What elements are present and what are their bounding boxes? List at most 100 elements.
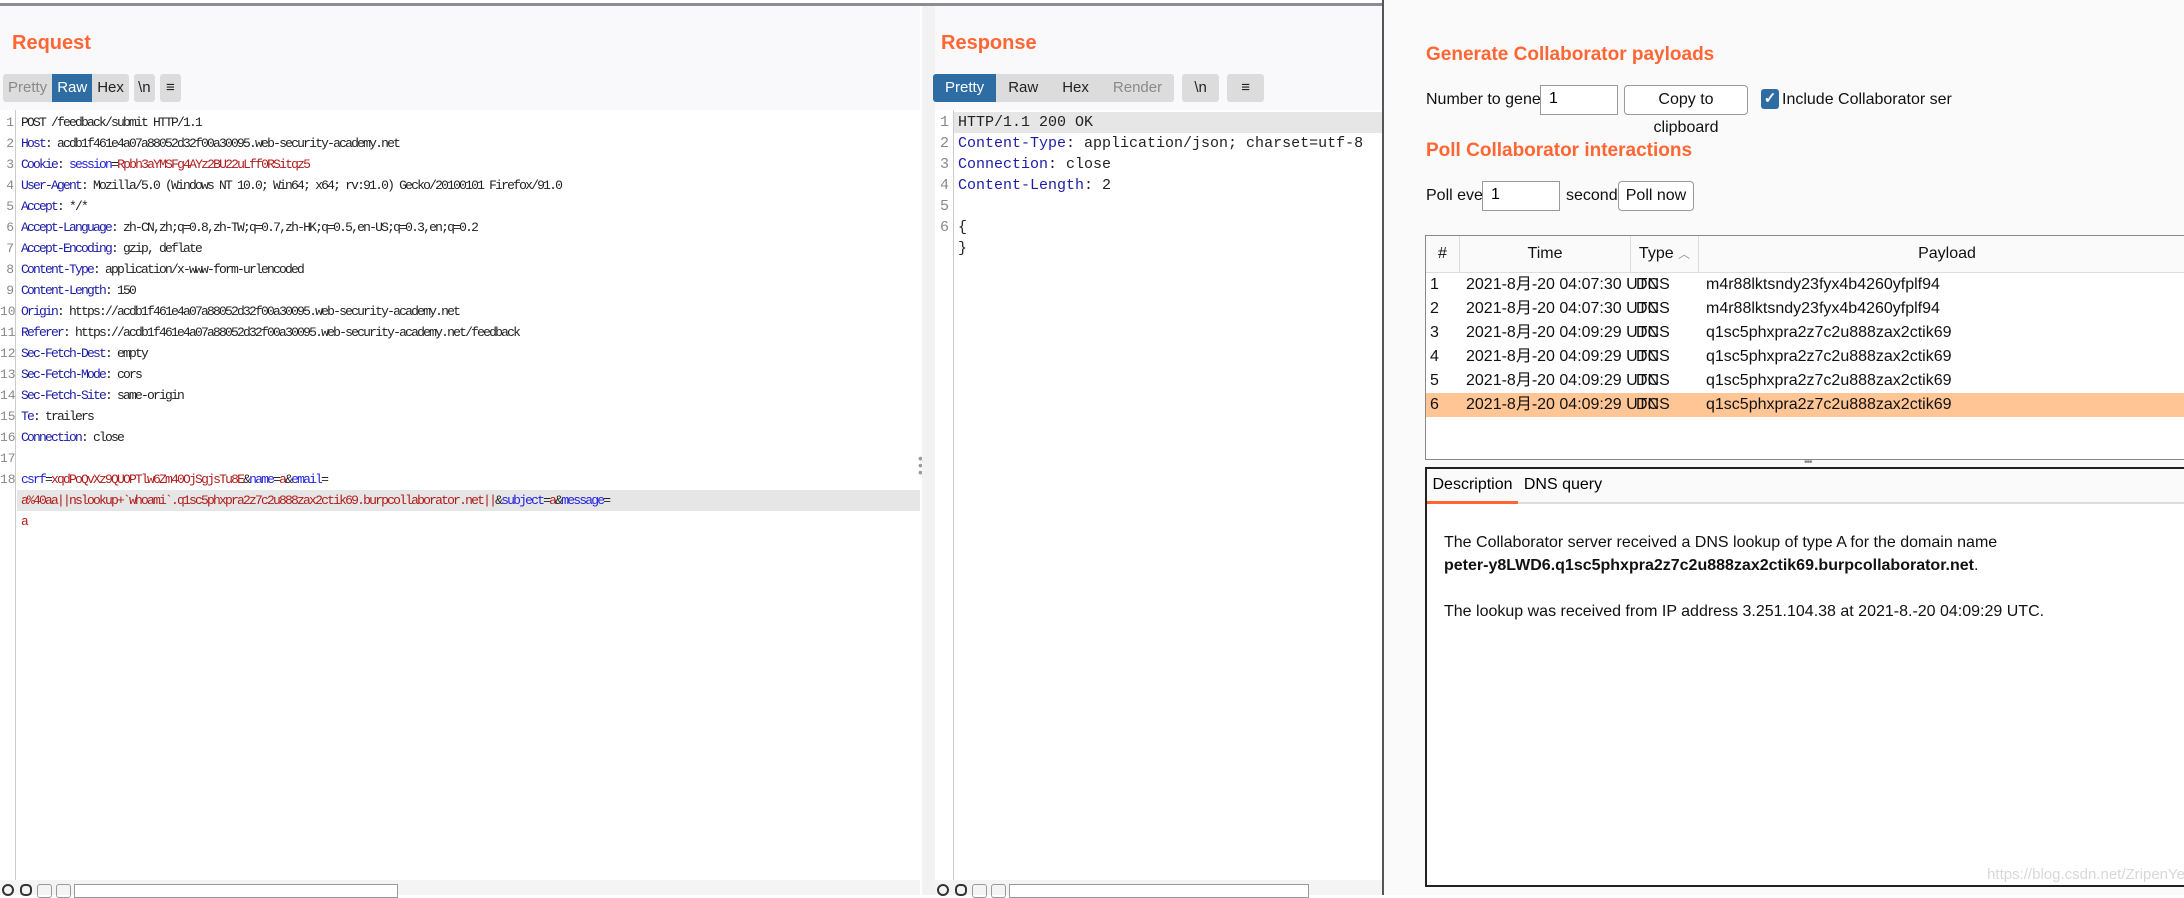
- code-token: Cookie: [21, 157, 59, 172]
- code-token: : close: [1048, 156, 1112, 173]
- poll-now-button[interactable]: Poll now: [1618, 181, 1694, 211]
- response-tab-raw[interactable]: Raw: [996, 74, 1050, 102]
- request-tab-hex[interactable]: Hex: [92, 74, 129, 102]
- response-newline-button[interactable]: \n: [1182, 74, 1220, 102]
- description-line-1: The Collaborator server received a DNS l…: [1444, 534, 1998, 551]
- code-token: : */*: [57, 199, 89, 214]
- help-icon[interactable]: [937, 884, 949, 896]
- code-line: 7 Accept-Encoding: gzip, deflate: [0, 238, 920, 259]
- code-token: :: [57, 157, 70, 172]
- column-header-payload[interactable]: Payload: [1699, 236, 2184, 272]
- previous-button[interactable]: [972, 884, 987, 898]
- poll-interval-input[interactable]: 1: [1482, 181, 1560, 211]
- request-title: Request: [12, 32, 91, 54]
- table-row[interactable]: 1 2021-8月-20 04:07:30 UTC DNS m4r88lktsndy2…: [1426, 273, 2184, 297]
- table-row[interactable]: 3 2021-8月-20 04:09:29 UTC DNS q1sc5phxpra2z…: [1426, 321, 2184, 345]
- code-token: =: [603, 493, 611, 508]
- column-header-type[interactable]: Type ︿: [1631, 236, 1699, 272]
- response-editor[interactable]: 1 HTTP/1.1 200 OK 2 Content-Type: applicati…: [935, 112, 1382, 259]
- generate-heading: Generate Collaborator payloads: [1426, 44, 1715, 65]
- table-row[interactable]: 6 2021-8月-20 04:09:29 UTC DNS q1sc5phxpra2z…: [1426, 393, 2184, 417]
- hamburger-icon: ≡: [1241, 79, 1250, 96]
- lookup-domain: peter-y8LWD6.q1sc5phxpra2z7c2u888zax2cti…: [1444, 557, 1974, 574]
- cell-type: DNS: [1636, 348, 1670, 365]
- response-menu-button[interactable]: ≡: [1227, 74, 1265, 102]
- request-search-input[interactable]: [74, 884, 398, 898]
- include-collaborator-checkbox[interactable]: ✓: [1761, 89, 1779, 109]
- code-token: HTTP/1.1 200 OK: [958, 114, 1094, 131]
- gear-icon[interactable]: [955, 884, 967, 896]
- domain-suffix: .: [1974, 557, 1979, 574]
- cell-time: 2021-8月-20 04:07:30 UTC: [1466, 300, 1660, 317]
- number-to-generate-input[interactable]: 1: [1540, 85, 1618, 115]
- cell-payload: q1sc5phxpra2z7c2u888zax2ctik69: [1706, 324, 1952, 341]
- tab-description[interactable]: Description: [1427, 469, 1518, 504]
- request-view-tabs: Pretty Raw Hex: [3, 74, 129, 102]
- code-token: User-Agent: [21, 178, 83, 193]
- code-line: 17: [0, 448, 920, 469]
- line-number: 14: [0, 388, 16, 403]
- code-token: : same-origin: [105, 388, 185, 403]
- next-button[interactable]: [56, 884, 71, 898]
- gear-icon[interactable]: [20, 884, 32, 896]
- cell-num: 3: [1430, 324, 1439, 341]
- previous-button[interactable]: [37, 884, 52, 898]
- response-tab-pretty[interactable]: Pretty: [933, 74, 997, 102]
- code-token: Content-Length: [958, 177, 1085, 194]
- code-token: Content-Type: [21, 262, 95, 277]
- line-number: 4: [939, 177, 949, 194]
- response-search-input[interactable]: [1009, 884, 1309, 898]
- checkmark-icon: ✓: [1763, 90, 1777, 107]
- code-token: =: [321, 472, 329, 487]
- column-header-time[interactable]: Time: [1460, 236, 1631, 272]
- code-token: Accept-Language: [21, 220, 113, 235]
- request-editor[interactable]: 1 POST /feedback/submit HTTP/1.1 2 Host: ac…: [0, 112, 920, 532]
- table-row[interactable]: 5 2021-8月-20 04:09:29 UTC DNS q1sc5phxpra2z…: [1426, 369, 2184, 393]
- collaborator-client-window: Generate Collaborator payloads Number to…: [1382, 0, 2184, 895]
- table-row[interactable]: 4 2021-8月-20 04:09:29 UTC DNS q1sc5phxpra2z…: [1426, 345, 2184, 369]
- code-token: Sec-Fetch-Dest: [21, 346, 107, 361]
- panel-divider[interactable]: [922, 6, 935, 895]
- cell-num: 5: [1430, 372, 1439, 389]
- code-token: : 150: [105, 283, 137, 298]
- watermark: https://blog.csdn.net/ZripenYe: [1987, 866, 2184, 883]
- code-line: 12 Sec-Fetch-Dest: empty: [0, 343, 920, 364]
- code-token: xqdPoQvXz9QUOPTlw6Zm40OjSgjsTu8E: [51, 472, 245, 487]
- code-line: 11 Referer: https://acdb1f461e4a07a88052d…: [0, 322, 920, 343]
- response-tab-render[interactable]: Render: [1101, 74, 1174, 102]
- cell-num: 4: [1430, 348, 1439, 365]
- code-line: 18 csrf=xqdPoQvXz9QUOPTlw6Zm40OjSgjsTu8E&…: [0, 469, 920, 490]
- code-line: 4 Content-Length: 2: [935, 175, 1382, 196]
- code-line: 15 Te: trailers: [0, 406, 920, 427]
- line-number: 6: [939, 219, 949, 236]
- code-token: : application/x-www-form-urlencoded: [93, 262, 305, 277]
- request-menu-button[interactable]: ≡: [159, 74, 181, 102]
- code-line: 2 Host: acdb1f461e4a07a88052d32f00a30095.…: [0, 133, 920, 154]
- column-header-number[interactable]: #: [1426, 236, 1460, 272]
- code-token: Accept: [21, 199, 59, 214]
- response-title: Response: [941, 32, 1037, 54]
- code-token: : close: [81, 430, 125, 445]
- request-tab-pretty[interactable]: Pretty: [3, 74, 52, 102]
- cell-num: 6: [1430, 396, 1439, 413]
- help-icon[interactable]: [2, 884, 14, 896]
- code-token: Sec-Fetch-Site: [21, 388, 107, 403]
- cell-time: 2021-8月-20 04:09:29 UTC: [1466, 372, 1660, 389]
- code-token: POST /feedback/submit HTTP/1.1: [21, 115, 203, 130]
- request-search-bar: [0, 880, 920, 898]
- copy-to-clipboard-button[interactable]: Copy to clipboard: [1624, 85, 1748, 136]
- cell-payload: m4r88lktsndy23fyx4b4260yfplf94: [1706, 276, 1940, 293]
- next-button[interactable]: [991, 884, 1006, 898]
- response-tab-hex[interactable]: Hex: [1050, 74, 1101, 102]
- response-search-bar: [935, 880, 1382, 898]
- request-newline-button[interactable]: \n: [133, 74, 155, 102]
- tab-dns-query[interactable]: DNS query: [1518, 469, 1608, 504]
- request-tab-raw[interactable]: Raw: [52, 74, 93, 102]
- line-number: 8: [6, 262, 14, 277]
- line-number: 5: [939, 198, 949, 215]
- request-toolbar: Pretty Raw Hex \n ≡: [3, 74, 181, 102]
- description-text: The Collaborator server received a DNS l…: [1444, 531, 2184, 623]
- code-line: 6 Accept-Language: zh-CN,zh;q=0.8,zh-TW;q…: [0, 217, 920, 238]
- code-line: 5 Accept: */*: [0, 196, 920, 217]
- table-row[interactable]: 2 2021-8月-20 04:07:30 UTC DNS m4r88lktsndy2…: [1426, 297, 2184, 321]
